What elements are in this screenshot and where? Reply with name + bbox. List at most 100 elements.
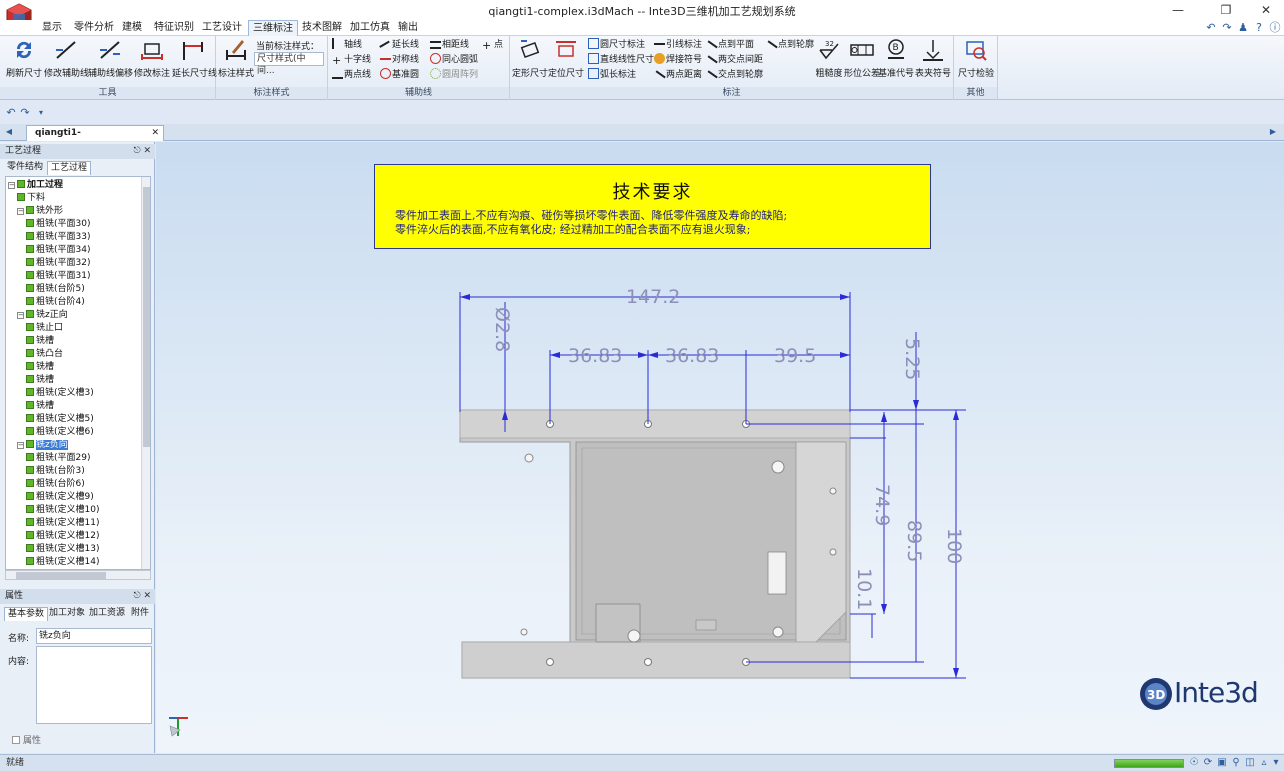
tab-modeling[interactable]: 建模 (118, 20, 146, 36)
redo-arrow-icon[interactable]: ↷ (1220, 21, 1234, 35)
tree-node[interactable]: 粗铣(定义槽5) (26, 413, 94, 426)
tree-node[interactable]: 铣槽 (26, 361, 54, 374)
offset-line-button[interactable]: 相距线 (430, 38, 469, 52)
linear-dim-button[interactable]: 直线线性尺寸 (588, 53, 654, 67)
part-drawing[interactable]: 147.2 Ø2.8 36.83 36.83 39.5 5.25 74.9 89… (156, 142, 1284, 753)
close-tab-icon[interactable]: ✕ (151, 126, 159, 140)
tab-display[interactable]: 显示 (38, 20, 66, 36)
tree-node[interactable]: − 铣z正向 (17, 309, 68, 322)
refresh-dim-button[interactable]: 刷新尺寸 (4, 38, 44, 82)
tree-node[interactable]: 下料 (17, 192, 45, 205)
more-tools-icon[interactable]: ▾ (1270, 757, 1282, 769)
minimize-button[interactable]: — (1160, 0, 1196, 20)
tab-part-analysis[interactable]: 零件分析 (70, 20, 118, 36)
point-to-plane-button[interactable]: 点到平面 (705, 38, 754, 52)
restore-button[interactable]: ❐ (1208, 0, 1244, 20)
tree-node[interactable]: 粗铣(平面32) (26, 257, 90, 270)
axis-line-button[interactable]: 轴线 (332, 38, 362, 52)
collapse-toggle-icon[interactable]: − (17, 442, 24, 449)
tab-machining-object[interactable]: 加工对象 (46, 607, 88, 621)
view-orientation-icon[interactable]: ▵ (1258, 757, 1270, 769)
modify-aux-line-button[interactable]: 修改辅助线 (44, 38, 89, 82)
tab-basic-params[interactable]: 基本参数 (4, 607, 49, 621)
dim-style-button[interactable]: 标注样式 (218, 38, 254, 82)
dim-hole-diameter[interactable]: Ø2.8 (491, 307, 513, 352)
two-point-distance-button[interactable]: 两点距离 (653, 68, 702, 82)
point-to-contour-button[interactable]: 点到轮廓 (765, 38, 814, 52)
tree-node[interactable]: 粗铣(定义槽11) (26, 517, 99, 530)
tree-node[interactable]: 粗铣(定义槽3) (26, 387, 94, 400)
tree-node[interactable]: 粗铣(定义槽6) (26, 426, 94, 439)
extension-line-button[interactable]: 延长线 (379, 38, 419, 52)
dim-height-2[interactable]: 89.5 (903, 520, 925, 562)
tree-node[interactable]: 粗铣(台阶3) (26, 465, 85, 478)
tab-feature-recognition[interactable]: 特征识别 (150, 20, 198, 36)
collapse-toggle-icon[interactable]: − (8, 182, 15, 189)
scroll-thumb[interactable] (143, 187, 150, 447)
tab-3d-annotation[interactable]: 三维标注 (248, 20, 298, 37)
tree-node[interactable]: 铣槽 (26, 374, 54, 387)
fit-view-icon[interactable]: ▣ (1216, 757, 1228, 769)
part-model[interactable] (459, 409, 851, 679)
clamp-symbol-button[interactable]: 表夹符号 (914, 38, 952, 82)
modify-annotation-button[interactable]: 修改标注 (132, 38, 172, 82)
tree-node[interactable]: 粗铣(平面33) (26, 231, 90, 244)
roughness-button[interactable]: 32 粗糙度 (812, 38, 846, 82)
tree-node[interactable]: 粗铣(平面30) (26, 218, 90, 231)
datum-symbol-button[interactable]: B 基准代号 (878, 38, 914, 82)
intersection-to-contour-button[interactable]: 交点到轮廓 (705, 68, 763, 82)
undo-arrow-icon[interactable]: ↶ (1204, 21, 1218, 35)
tree-node[interactable]: 粗铣(定义槽10) (26, 504, 99, 517)
zoom-window-icon[interactable]: ◫ (1244, 757, 1256, 769)
zoom-icon[interactable]: ⚲ (1230, 757, 1242, 769)
tab-tech-illustration[interactable]: 技术图解 (298, 20, 346, 36)
attribute-checkbox[interactable]: 属性 (12, 733, 41, 746)
dim-spacing-3[interactable]: 39.5 (774, 345, 816, 367)
tab-attachment[interactable]: 附件 (128, 607, 152, 621)
tab-output[interactable]: 输出 (394, 20, 422, 36)
two-point-line-button[interactable]: 两点线 (332, 68, 371, 82)
position-dim-button[interactable]: 定位尺寸 (548, 38, 584, 82)
content-field[interactable] (36, 646, 152, 724)
circular-array-button[interactable]: 圆周阵列 (430, 68, 478, 82)
concentric-arc-button[interactable]: 同心圆弧 (430, 53, 478, 67)
datum-circle-button[interactable]: 基准圆 (380, 68, 419, 82)
tree-node[interactable]: 粗铣(定义槽12) (26, 530, 99, 543)
process-tree[interactable]: − 加工过程 下料 − 铣外形 粗铣(平面30) 粗铣(平面33) 粗铣(平面34) 粗铣(平面… (5, 176, 151, 570)
geometric-tolerance-button[interactable]: 形位公差 (844, 38, 880, 82)
tab-process-design[interactable]: 工艺设计 (198, 20, 246, 36)
info-icon[interactable]: ⓘ (1268, 21, 1282, 35)
dim-check-button[interactable]: 尺寸检验 (956, 38, 996, 82)
arc-length-button[interactable]: 弧长标注 (588, 68, 636, 82)
symmetry-line-button[interactable]: 对称线 (380, 53, 419, 67)
tab-part-structure[interactable]: 零件结构 (4, 161, 46, 175)
help-icon[interactable]: ? (1252, 21, 1266, 35)
name-field[interactable]: 铣z负向 (36, 628, 152, 644)
shape-dim-button[interactable]: 定形尺寸 (512, 38, 548, 82)
dim-offset-top[interactable]: 5.25 (901, 338, 923, 380)
user-icon[interactable]: ♟ (1236, 21, 1250, 35)
qa-dropdown-icon[interactable]: ▾ (34, 106, 48, 120)
pan-view-icon[interactable]: ☉ (1188, 757, 1200, 769)
rotate-view-icon[interactable]: ⟳ (1202, 757, 1214, 769)
tree-node[interactable]: 粗铣(定义槽13) (26, 543, 99, 556)
tree-node[interactable]: 粗铣(平面31) (26, 270, 90, 283)
pin-close-icon[interactable]: ⎋ ✕ (133, 589, 151, 604)
pin-close-icon[interactable]: ⎋ ✕ (133, 144, 151, 159)
tab-process[interactable]: 工艺过程 (47, 161, 92, 175)
point-button[interactable]: + 点 (482, 38, 503, 52)
close-button[interactable]: ✕ (1248, 0, 1284, 20)
two-intersection-distance-button[interactable]: 两交点间距 (705, 53, 763, 67)
cross-line-button[interactable]: + 十字线 (332, 53, 371, 67)
tree-node[interactable]: 铣槽 (26, 335, 54, 348)
tree-node[interactable]: − 加工过程 (8, 179, 63, 192)
dim-small-height[interactable]: 10.1 (853, 568, 875, 610)
tree-node[interactable]: 粗铣(台阶5) (26, 283, 85, 296)
dim-height-total[interactable]: 100 (943, 528, 965, 564)
tree-node[interactable]: 铣凸台 (26, 348, 63, 361)
current-style-select[interactable]: 尺寸样式(中间... (254, 52, 324, 76)
weld-symbol-button[interactable]: 焊接符号 (654, 53, 702, 67)
tree-node[interactable]: − 铣z负向 (17, 439, 68, 452)
tab-scroll-left-icon[interactable]: ◀ (2, 125, 16, 139)
tree-node[interactable]: 粗铣(定义槽14) (26, 556, 99, 569)
